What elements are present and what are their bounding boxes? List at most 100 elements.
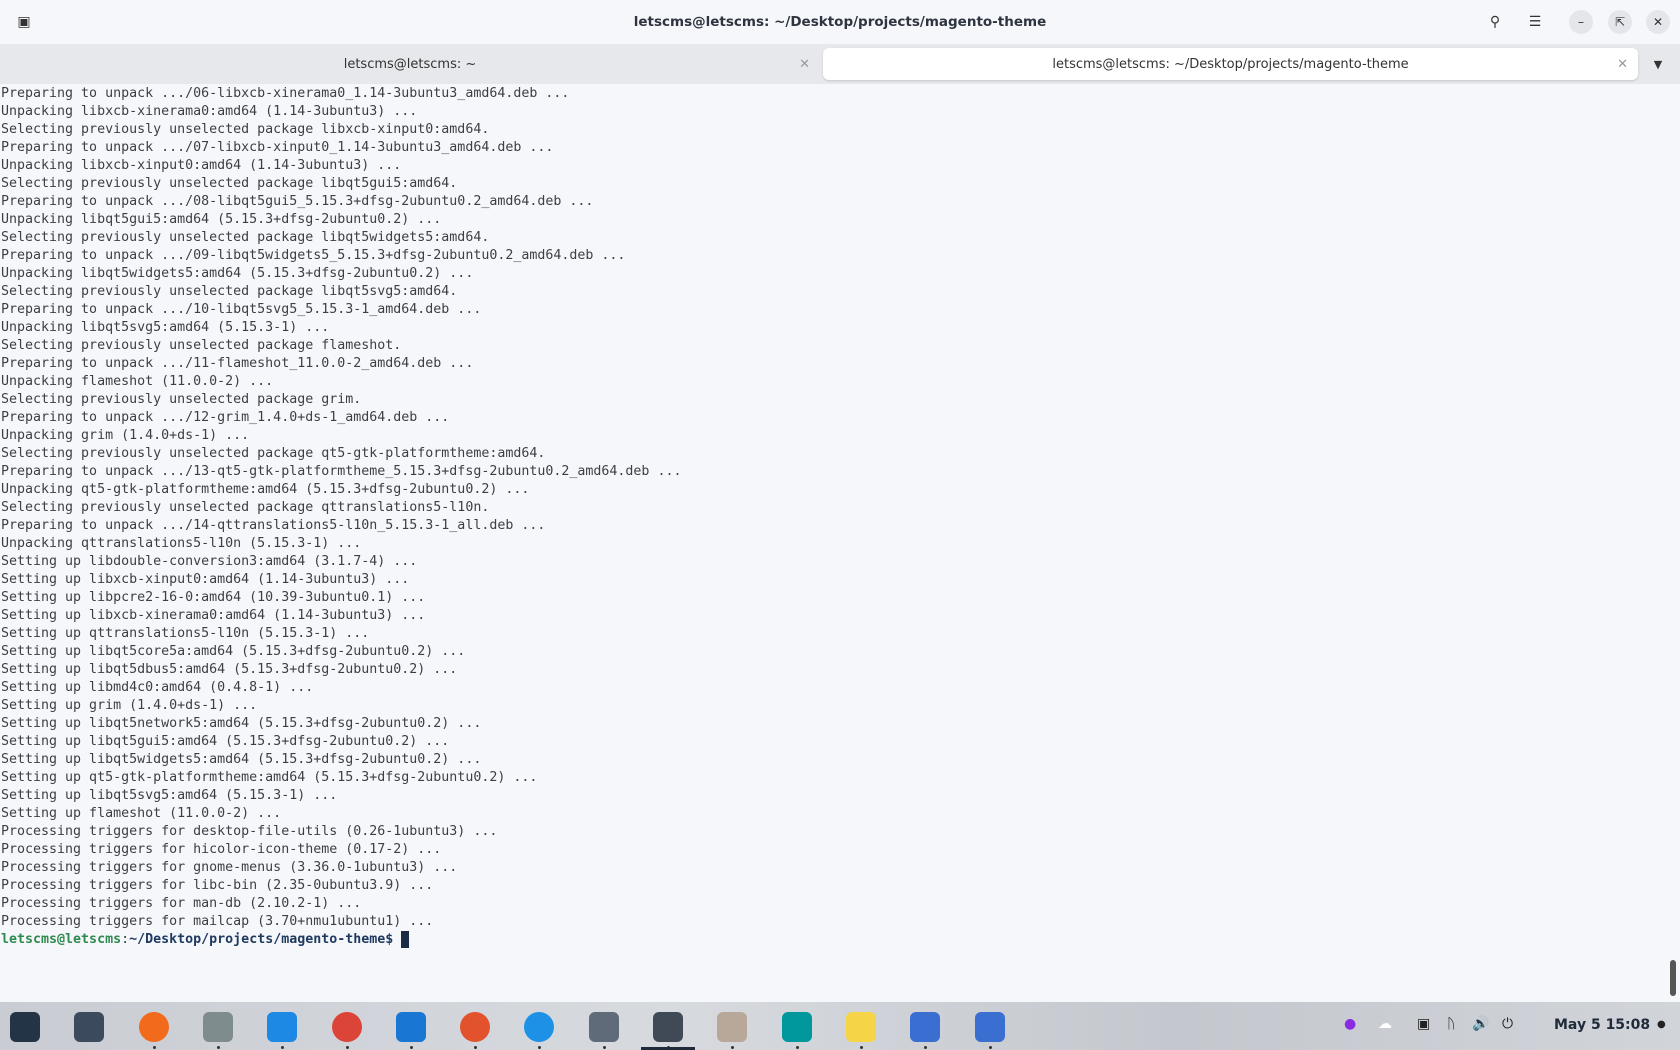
- prompt-user: letscms@letscms: [1, 932, 122, 947]
- terminal-line: Setting up libmd4c0:amd64 (0.4.8-1) ...: [1, 680, 314, 695]
- archive-icon[interactable]: [717, 1012, 748, 1042]
- terminal-line: Setting up qttranslations5-l10n (5.15.3-…: [1, 626, 370, 641]
- terminal-line: Preparing to unpack .../07-libxcb-xinput…: [1, 140, 554, 155]
- running-indicator: [409, 1046, 413, 1049]
- tab-magento-theme[interactable]: letscms@letscms: ~/Desktop/projects/mage…: [823, 48, 1638, 80]
- menu-icon[interactable]: ☰: [1523, 10, 1547, 34]
- bluetooth-icon[interactable]: ᚢ: [1447, 1016, 1455, 1032]
- volume-icon[interactable]: 🔊: [1472, 1016, 1489, 1032]
- terminal-line: Preparing to unpack .../10-libqt5svg5_5.…: [1, 302, 482, 317]
- vscode-icon[interactable]: [395, 1012, 426, 1042]
- files-icon[interactable]: [202, 1012, 233, 1042]
- text-editor-icon[interactable]: [845, 1012, 876, 1042]
- terminal-line: Unpacking grim (1.4.0+ds-1) ...: [1, 428, 250, 443]
- terminal-line: Setting up libxcb-xinerama0:amd64 (1.14-…: [1, 608, 426, 623]
- docker-tray-icon[interactable]: ☁: [1378, 1016, 1392, 1032]
- terminal-line: Setting up libqt5widgets5:amd64 (5.15.3+…: [1, 752, 482, 767]
- title-bar: ▣ letscms@letscms: ~/Desktop/projects/ma…: [0, 0, 1680, 44]
- tab-home[interactable]: letscms@letscms: ~ ✕: [0, 48, 820, 80]
- terminal-line: Preparing to unpack .../12-grim_1.4.0+ds…: [1, 410, 450, 425]
- terminal-line: Setting up flameshot (11.0.0-2) ...: [1, 806, 282, 821]
- running-indicator: [538, 1046, 542, 1049]
- running-indicator: [795, 1046, 799, 1049]
- terminal-line: Processing triggers for libc-bin (2.35-0…: [1, 878, 434, 893]
- firefox-dev-tray-icon[interactable]: ●: [1344, 1016, 1356, 1032]
- remote-2-icon[interactable]: [974, 1012, 1005, 1042]
- docker-icon[interactable]: [524, 1012, 555, 1042]
- window-title: letscms@letscms: ~/Desktop/projects/mage…: [633, 14, 1047, 30]
- terminal-line: Selecting previously unselected package …: [1, 122, 490, 137]
- zorin-menu-icon[interactable]: [10, 1012, 40, 1042]
- minimize-button[interactable]: –: [1569, 10, 1593, 34]
- running-indicator: [345, 1046, 349, 1049]
- terminal-line: Unpacking libqt5widgets5:amd64 (5.15.3+d…: [1, 266, 474, 281]
- terminal-line: Setting up libqt5gui5:amd64 (5.15.3+dfsg…: [1, 734, 450, 749]
- network-icon[interactable]: ▣: [1417, 1016, 1430, 1032]
- close-tab-icon[interactable]: ✕: [1617, 57, 1628, 72]
- terminal-line: Setting up libqt5dbus5:amd64 (5.15.3+dfs…: [1, 662, 458, 677]
- terminal-line: Selecting previously unselected package …: [1, 284, 458, 299]
- restore-button[interactable]: ⇱: [1608, 10, 1632, 34]
- terminal-line: Unpacking qttranslations5-l10n (5.15.3-1…: [1, 536, 362, 551]
- terminal-line: Processing triggers for desktop-file-uti…: [1, 824, 498, 839]
- terminal-line: Processing triggers for mailcap (3.70+nm…: [1, 914, 434, 929]
- terminal-line: Setting up grim (1.4.0+ds-1) ...: [1, 698, 258, 713]
- terminal-line: Setting up libqt5core5a:amd64 (5.15.3+df…: [1, 644, 466, 659]
- terminal-line: Setting up libqt5svg5:amd64 (5.15.3-1) .…: [1, 788, 338, 803]
- terminal-line: Preparing to unpack .../06-libxcb-xinera…: [1, 86, 570, 101]
- terminal-line: Selecting previously unselected package …: [1, 446, 546, 461]
- terminal-line: Selecting previously unselected package …: [1, 176, 458, 191]
- running-indicator: [281, 1046, 285, 1049]
- tab-label: letscms@letscms: ~: [343, 56, 477, 72]
- arduino-icon[interactable]: [781, 1012, 812, 1042]
- running-indicator: [731, 1046, 735, 1049]
- terminal-line: Preparing to unpack .../11-flameshot_11.…: [1, 356, 474, 371]
- taskbar: ● ☁ ▣ ᚢ 🔊 ⏻ May 5 15:08 ●: [0, 1002, 1680, 1050]
- tabs-dropdown-icon[interactable]: ▼: [1646, 52, 1670, 76]
- terminal-line: Processing triggers for gnome-menus (3.3…: [1, 860, 458, 875]
- software-store-icon[interactable]: [267, 1012, 298, 1042]
- workspaces-icon[interactable]: [74, 1012, 105, 1042]
- terminal-line: Preparing to unpack .../13-qt5-gtk-platf…: [1, 464, 682, 479]
- terminal-line: Preparing to unpack .../08-libqt5gui5_5.…: [1, 194, 594, 209]
- power-icon[interactable]: ⏻: [1502, 1016, 1513, 1032]
- terminal-line: Preparing to unpack .../14-qttranslation…: [1, 518, 546, 533]
- close-button[interactable]: ✕: [1646, 10, 1670, 34]
- terminal-line: Setting up qt5-gtk-platformtheme:amd64 (…: [1, 770, 538, 785]
- prompt-line: letscms@letscms:~/Desktop/projects/magen…: [1, 931, 1661, 949]
- running-indicator: [474, 1046, 478, 1049]
- chrome-icon[interactable]: [331, 1012, 362, 1042]
- terminal-line: Preparing to unpack .../09-libqt5widgets…: [1, 248, 626, 263]
- running-indicator: [859, 1046, 863, 1049]
- terminal-line: Unpacking flameshot (11.0.0-2) ...: [1, 374, 274, 389]
- prompt-path: ~/Desktop/projects/magento-theme$: [129, 932, 394, 947]
- running-indicator: [602, 1046, 606, 1049]
- search-icon[interactable]: ⚲: [1483, 10, 1507, 34]
- clock[interactable]: May 5 15:08: [1554, 1017, 1650, 1033]
- settings-icon[interactable]: [588, 1012, 619, 1042]
- terminal-line: Setting up libpcre2-16-0:amd64 (10.39-3u…: [1, 590, 426, 605]
- terminal-line: Unpacking qt5-gtk-platformtheme:amd64 (5…: [1, 482, 530, 497]
- terminal-icon[interactable]: [653, 1012, 683, 1042]
- terminal-output[interactable]: Preparing to unpack .../06-libxcb-xinera…: [1, 85, 1661, 1000]
- notification-icon[interactable]: ●: [1657, 1019, 1666, 1030]
- brave-icon[interactable]: [460, 1012, 491, 1042]
- firefox-icon[interactable]: [138, 1012, 169, 1042]
- terminal-line: Unpacking libqt5gui5:amd64 (5.15.3+dfsg-…: [1, 212, 442, 227]
- terminal-line: Selecting previously unselected package …: [1, 230, 490, 245]
- close-tab-icon[interactable]: ✕: [799, 57, 810, 72]
- terminal-line: Selecting previously unselected package …: [1, 500, 490, 515]
- tab-bar: letscms@letscms: ~ ✕ letscms@letscms: ~/…: [0, 44, 1680, 84]
- tab-label: letscms@letscms: ~/Desktop/projects/mage…: [1052, 56, 1409, 72]
- scrollbar[interactable]: [1670, 960, 1676, 996]
- cursor: [401, 931, 410, 948]
- terminal-line: Setting up libdouble-conversion3:amd64 (…: [1, 554, 418, 569]
- new-tab-icon[interactable]: ▣: [12, 10, 36, 34]
- prompt-separator: :: [121, 932, 130, 947]
- terminal-line: Unpacking libxcb-xinput0:amd64 (1.14-3ub…: [1, 158, 402, 173]
- running-indicator: [924, 1046, 928, 1049]
- running-indicator: [216, 1046, 220, 1049]
- terminal-line: Selecting previously unselected package …: [1, 338, 402, 353]
- remote-1-icon[interactable]: [910, 1012, 941, 1042]
- terminal-line: Setting up libxcb-xinput0:amd64 (1.14-3u…: [1, 572, 410, 587]
